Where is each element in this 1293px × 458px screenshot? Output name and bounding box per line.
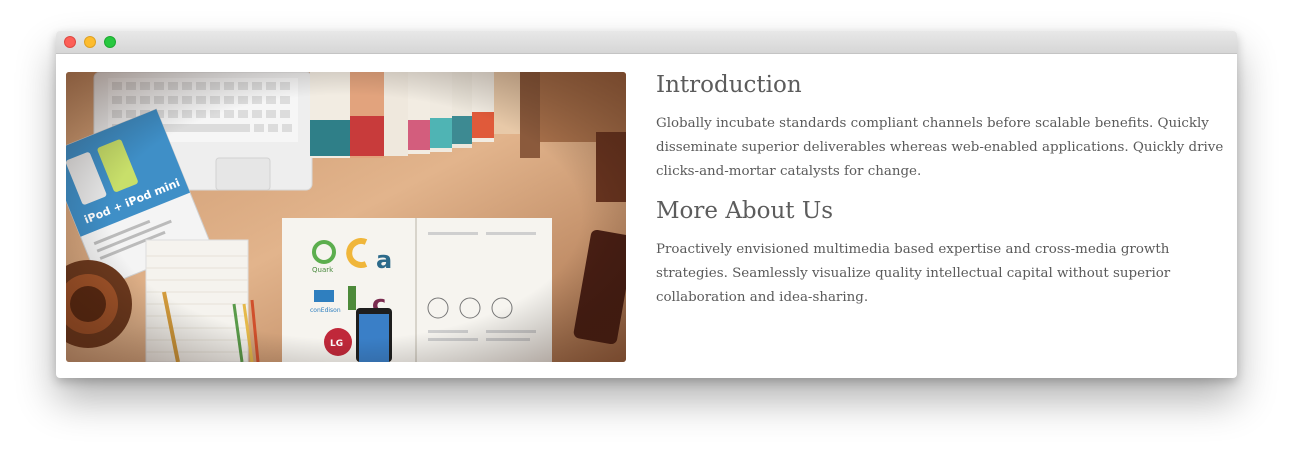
browser-window: iPod + iPod mini xyxy=(56,31,1237,378)
section-title-more-about-us: More About Us xyxy=(656,198,834,224)
zoom-window-button[interactable] xyxy=(104,36,116,48)
section-title-introduction: Introduction xyxy=(656,72,802,98)
window-titlebar xyxy=(56,31,1237,54)
minimize-window-button[interactable] xyxy=(84,36,96,48)
section-body-introduction: Globally incubate standards compliant ch… xyxy=(656,116,1224,179)
section-body-more-about-us: Proactively envisioned multimedia based … xyxy=(656,242,1171,305)
text-content: Introduction Globally incubate standards… xyxy=(656,71,1226,310)
hero-desk-photo: iPod + iPod mini xyxy=(66,72,626,362)
close-window-button[interactable] xyxy=(64,36,76,48)
